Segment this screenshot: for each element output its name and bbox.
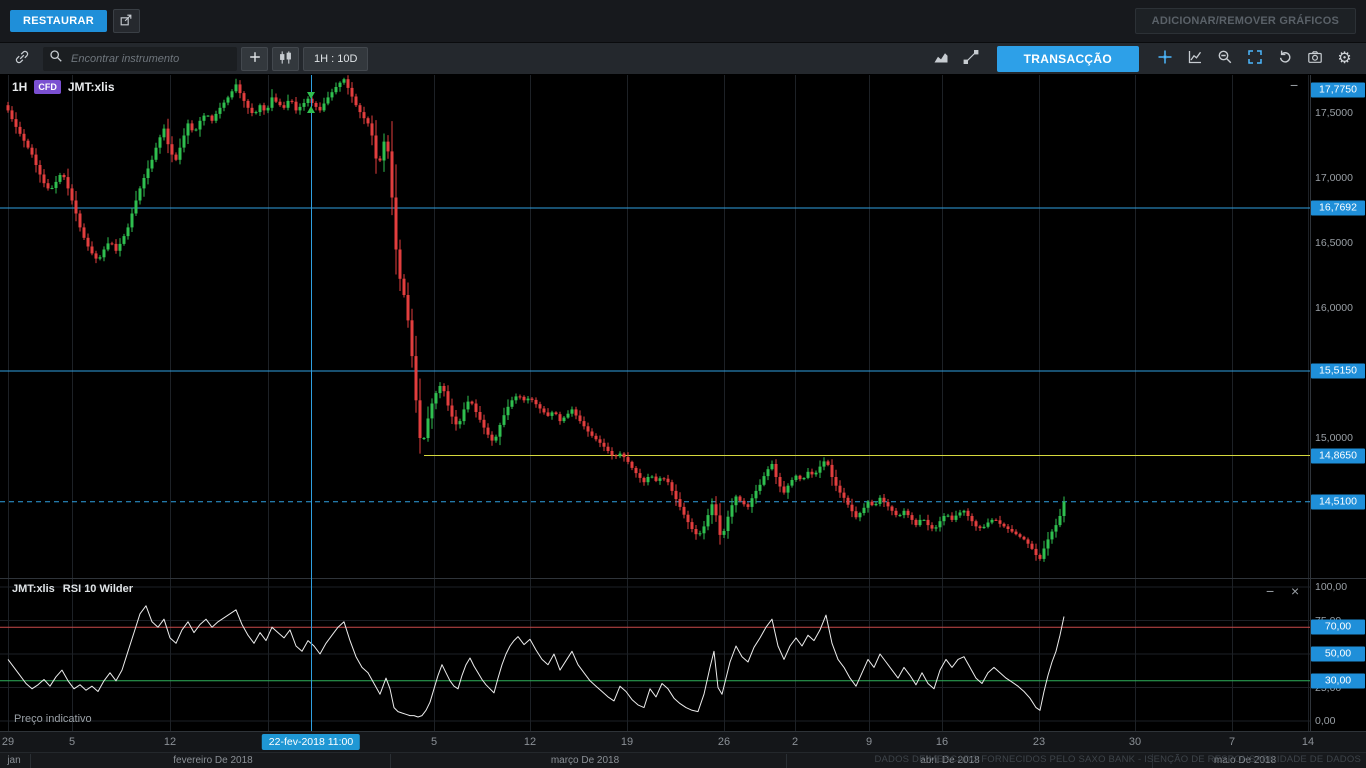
price-axis-label: 15,0000 (1315, 432, 1353, 444)
price-axis-label: 16,0000 (1315, 302, 1353, 314)
area-chart-icon (933, 49, 949, 68)
rsi-pane-close-button[interactable]: × (1291, 584, 1299, 598)
month-label: jan (7, 755, 20, 766)
crosshair-icon (1157, 49, 1173, 68)
rsi-legend-symbol: JMT:xlis (12, 583, 55, 595)
popout-button[interactable] (113, 9, 140, 33)
price-axis-badge: 14,8650 (1311, 448, 1365, 463)
area-chart-button[interactable] (928, 47, 955, 71)
legend-timeframe: 1H (12, 80, 27, 94)
chart-type-button[interactable] (272, 47, 299, 71)
crosshair-time-badge: 22-fev-2018 11:00 (262, 734, 360, 750)
rsi-axis-badge: 30,00 (1311, 673, 1365, 688)
rsi-legend: JMT:xlis RSI 10 Wilder (12, 583, 133, 595)
time-tick: 14 (1302, 736, 1314, 748)
time-tick: 16 (936, 736, 948, 748)
legend-symbol: JMT:xlis (68, 80, 115, 94)
time-tick: 19 (621, 736, 633, 748)
market-data-disclaimer: DADOS DE MERCADO FORNECIDOS PELO SAXO BA… (874, 754, 1361, 765)
indicator-chart-icon (1187, 49, 1203, 68)
zoom-out-icon (1217, 49, 1233, 68)
time-tick: 23 (1033, 736, 1045, 748)
screenshot-button[interactable] (1301, 47, 1328, 71)
rsi-axis-badge: 70,00 (1311, 620, 1365, 635)
rsi-axis-label: 100,00 (1315, 581, 1347, 593)
add-instrument-button[interactable] (241, 47, 268, 71)
link-icon (14, 49, 30, 68)
month-label: março De 2018 (551, 755, 619, 766)
search-icon (49, 49, 63, 68)
gear-icon: ⚙ (1337, 51, 1351, 67)
time-tick: 2 (792, 736, 798, 748)
search-input[interactable] (69, 52, 231, 66)
zoom-out-button[interactable] (1211, 47, 1238, 71)
price-axis-badge: 15,5150 (1311, 364, 1365, 379)
trendline-button[interactable] (958, 47, 985, 71)
camera-icon (1307, 49, 1323, 68)
price-axis-label: 16,5000 (1315, 237, 1353, 249)
window-topbar: RESTAURAR ADICIONAR/REMOVER GRÁFICOS (0, 0, 1366, 43)
time-tick: 29 (2, 736, 14, 748)
time-axis[interactable]: 295121951219262916233071422-fev-2018 11:… (0, 731, 1366, 752)
time-tick: 5 (431, 736, 437, 748)
month-label: fevereiro De 2018 (173, 755, 253, 766)
price-axis-badge: 16,7692 (1311, 201, 1365, 216)
indicative-price-note: Preço indicativo (14, 713, 92, 725)
month-separator (30, 754, 31, 768)
restore-button[interactable]: RESTAURAR (10, 10, 107, 32)
main-pane-minimize-button[interactable]: − (1290, 78, 1298, 92)
timeframe-button[interactable]: 1H : 10D (303, 47, 368, 71)
month-separator (786, 754, 787, 768)
trendline-icon (963, 49, 979, 68)
refresh-icon (1277, 49, 1293, 68)
chart-toolbar: 1H : 10D TRANSACÇÃO (0, 43, 1366, 75)
time-tick: 7 (1229, 736, 1235, 748)
expand-arrows-icon (1247, 49, 1263, 68)
instrument-type-badge: CFD (34, 80, 61, 94)
time-tick: 12 (164, 736, 176, 748)
price-axis-badge: 17,7750 (1311, 83, 1365, 98)
time-tick: 30 (1129, 736, 1141, 748)
time-tick: 5 (69, 736, 75, 748)
add-remove-charts-button[interactable]: ADICIONAR/REMOVER GRÁFICOS (1135, 8, 1356, 34)
time-tick: 26 (718, 736, 730, 748)
price-axis-badge: 14,5100 (1311, 494, 1365, 509)
instrument-search (43, 47, 237, 71)
chart-legend: 1H CFD JMT:xlis (12, 80, 115, 94)
rsi-axis-label: 0,00 (1315, 715, 1335, 727)
chart-canvas[interactable] (0, 0, 1366, 768)
rsi-pane-minimize-button[interactable]: − (1266, 584, 1274, 598)
time-tick: 9 (866, 736, 872, 748)
link-button[interactable] (8, 47, 35, 71)
rsi-legend-indicator: RSI 10 Wilder (63, 583, 133, 595)
popout-icon (119, 13, 133, 30)
expand-button[interactable] (1241, 47, 1268, 71)
plus-icon (248, 50, 262, 67)
time-tick: 12 (524, 736, 536, 748)
crosshair-tool-button[interactable] (1151, 47, 1178, 71)
month-separator (390, 754, 391, 768)
toolbar-right-group: TRANSACÇÃO (928, 46, 1358, 72)
rsi-axis-badge: 50,00 (1311, 647, 1365, 662)
indicator-button[interactable] (1181, 47, 1208, 71)
candlestick-icon (278, 50, 293, 68)
refresh-button[interactable] (1271, 47, 1298, 71)
trade-button[interactable]: TRANSACÇÃO (997, 46, 1139, 72)
price-axis-label: 17,5000 (1315, 107, 1353, 119)
settings-button[interactable]: ⚙ (1331, 47, 1358, 71)
price-axis-label: 17,0000 (1315, 172, 1353, 184)
